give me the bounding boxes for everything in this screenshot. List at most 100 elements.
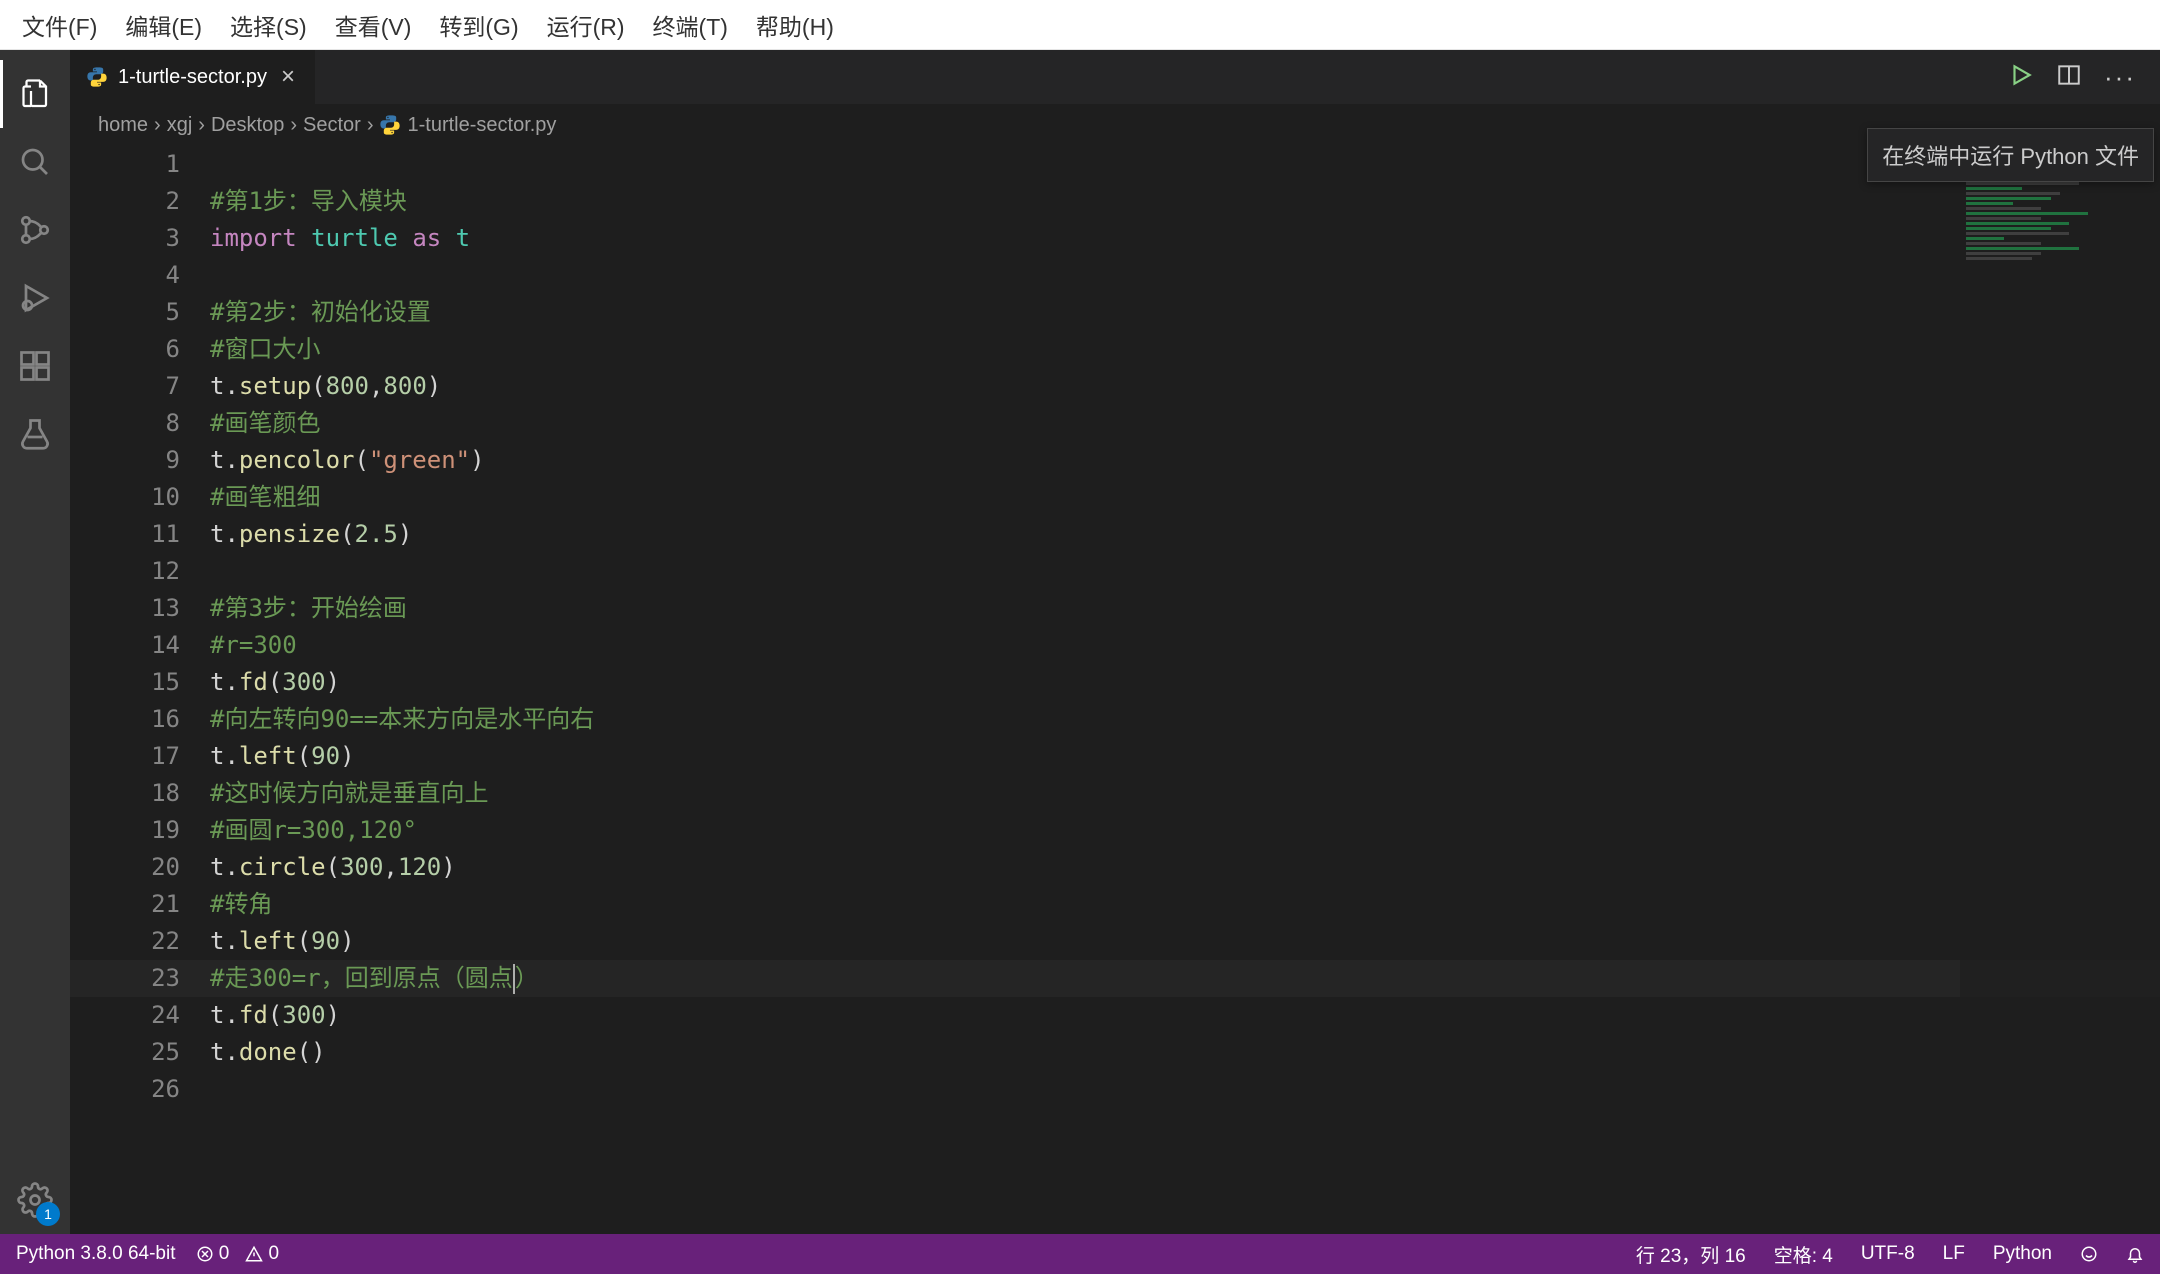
- line-number: 2: [70, 183, 210, 220]
- code-line[interactable]: 18#这时候方向就是垂直向上: [70, 775, 2160, 812]
- code-line[interactable]: 3import turtle as t: [70, 220, 2160, 257]
- line-number: 16: [70, 701, 210, 738]
- status-eol[interactable]: LF: [1943, 1243, 1965, 1265]
- python-file-icon: [379, 114, 401, 136]
- code-line[interactable]: 4: [70, 257, 2160, 294]
- split-editor-icon[interactable]: [2056, 62, 2082, 93]
- code-line[interactable]: 24t.fd(300): [70, 997, 2160, 1034]
- line-number: 4: [70, 257, 210, 294]
- tab-label: 1-turtle-sector.py: [118, 66, 267, 89]
- breadcrumb-part[interactable]: xgj: [167, 114, 193, 137]
- settings-badge: 1: [36, 1202, 60, 1226]
- chevron-right-icon: ›: [367, 114, 374, 137]
- code-line[interactable]: 7t.setup(800,800): [70, 368, 2160, 405]
- code-line[interactable]: 14#r=300: [70, 627, 2160, 664]
- code-line[interactable]: 23#走300=r，回到原点（圆点）: [70, 960, 2160, 997]
- code-line[interactable]: 19#画圆r=300,120°: [70, 812, 2160, 849]
- line-number: 22: [70, 923, 210, 960]
- testing-icon[interactable]: [0, 400, 70, 468]
- status-bar: Python 3.8.0 64-bit 0 0 行 23，列 16 空格: 4 …: [0, 1234, 2160, 1274]
- status-python-version[interactable]: Python 3.8.0 64-bit: [16, 1243, 176, 1265]
- line-number: 3: [70, 220, 210, 257]
- source-control-icon[interactable]: [0, 196, 70, 264]
- chevron-right-icon: ›: [290, 114, 297, 137]
- more-actions-icon[interactable]: ···: [2104, 62, 2136, 93]
- line-number: 19: [70, 812, 210, 849]
- tab-active[interactable]: 1-turtle-sector.py ×: [70, 50, 315, 104]
- activity-bar: 1: [0, 50, 70, 1234]
- run-tooltip: 在终端中运行 Python 文件: [1867, 128, 2154, 182]
- menubar-item[interactable]: 文件(F): [8, 8, 111, 42]
- code-line[interactable]: 16#向左转向90==本来方向是水平向右: [70, 701, 2160, 738]
- line-number: 13: [70, 590, 210, 627]
- line-number: 23: [70, 960, 210, 997]
- menubar-item[interactable]: 选择(S): [216, 8, 321, 42]
- code-line[interactable]: 20t.circle(300,120): [70, 849, 2160, 886]
- line-number: 26: [70, 1071, 210, 1108]
- extensions-icon[interactable]: [0, 332, 70, 400]
- code-line[interactable]: 17t.left(90): [70, 738, 2160, 775]
- line-number: 6: [70, 331, 210, 368]
- line-number: 15: [70, 664, 210, 701]
- menubar-item[interactable]: 运行(R): [533, 8, 639, 42]
- settings-gear-icon[interactable]: 1: [0, 1166, 70, 1234]
- run-icon[interactable]: [2008, 62, 2034, 93]
- line-number: 9: [70, 442, 210, 479]
- editor[interactable]: 12#第1步：导入模块3import turtle as t45#第2步：初始化…: [70, 146, 2160, 1234]
- code-line[interactable]: 8#画笔颜色: [70, 405, 2160, 442]
- line-number: 10: [70, 479, 210, 516]
- breadcrumb-part[interactable]: Sector: [303, 114, 361, 137]
- menubar-item[interactable]: 查看(V): [321, 8, 426, 42]
- menubar-item[interactable]: 转到(G): [425, 8, 532, 42]
- menubar-item[interactable]: 终端(T): [639, 8, 742, 42]
- line-number: 17: [70, 738, 210, 775]
- code-line[interactable]: 26: [70, 1071, 2160, 1108]
- line-number: 14: [70, 627, 210, 664]
- code-line[interactable]: 11t.pensize(2.5): [70, 516, 2160, 553]
- code-line[interactable]: 12: [70, 553, 2160, 590]
- line-number: 12: [70, 553, 210, 590]
- breadcrumb-part[interactable]: home: [98, 114, 148, 137]
- run-debug-icon[interactable]: [0, 264, 70, 332]
- line-number: 21: [70, 886, 210, 923]
- explorer-icon[interactable]: [0, 60, 70, 128]
- menubar-item[interactable]: 帮助(H): [742, 8, 848, 42]
- status-indentation[interactable]: 空格: 4: [1774, 1241, 1833, 1268]
- menubar: 文件(F)编辑(E)选择(S)查看(V)转到(G)运行(R)终端(T)帮助(H): [0, 0, 2160, 50]
- code-line[interactable]: 1: [70, 146, 2160, 183]
- line-number: 20: [70, 849, 210, 886]
- tabs-bar: 1-turtle-sector.py × ···: [70, 50, 2160, 104]
- search-icon[interactable]: [0, 128, 70, 196]
- code-line[interactable]: 2#第1步：导入模块: [70, 183, 2160, 220]
- code-line[interactable]: 15t.fd(300): [70, 664, 2160, 701]
- status-language[interactable]: Python: [1993, 1243, 2052, 1265]
- status-problems[interactable]: 0 0: [196, 1243, 280, 1265]
- status-cursor-position[interactable]: 行 23，列 16: [1636, 1241, 1746, 1268]
- close-icon[interactable]: ×: [277, 63, 299, 91]
- minimap[interactable]: [1960, 146, 2160, 1234]
- code-line[interactable]: 13#第3步：开始绘画: [70, 590, 2160, 627]
- breadcrumb-part[interactable]: 1-turtle-sector.py: [407, 114, 556, 137]
- line-number: 8: [70, 405, 210, 442]
- status-encoding[interactable]: UTF-8: [1861, 1243, 1915, 1265]
- feedback-icon[interactable]: [2080, 1243, 2098, 1265]
- code-line[interactable]: 21#转角: [70, 886, 2160, 923]
- code-line[interactable]: 9t.pencolor("green"): [70, 442, 2160, 479]
- python-file-icon: [86, 66, 108, 88]
- line-number: 24: [70, 997, 210, 1034]
- breadcrumb[interactable]: home›xgj›Desktop›Sector› 1-turtle-sector…: [70, 104, 2160, 146]
- code-line[interactable]: 22t.left(90): [70, 923, 2160, 960]
- line-number: 1: [70, 146, 210, 183]
- breadcrumb-part[interactable]: Desktop: [211, 114, 284, 137]
- notifications-icon[interactable]: [2126, 1243, 2144, 1265]
- chevron-right-icon: ›: [198, 114, 205, 137]
- code-line[interactable]: 6#窗口大小: [70, 331, 2160, 368]
- code-line[interactable]: 10#画笔粗细: [70, 479, 2160, 516]
- line-number: 11: [70, 516, 210, 553]
- chevron-right-icon: ›: [154, 114, 161, 137]
- code-line[interactable]: 25t.done(): [70, 1034, 2160, 1071]
- line-number: 5: [70, 294, 210, 331]
- line-number: 25: [70, 1034, 210, 1071]
- code-line[interactable]: 5#第2步：初始化设置: [70, 294, 2160, 331]
- menubar-item[interactable]: 编辑(E): [111, 8, 216, 42]
